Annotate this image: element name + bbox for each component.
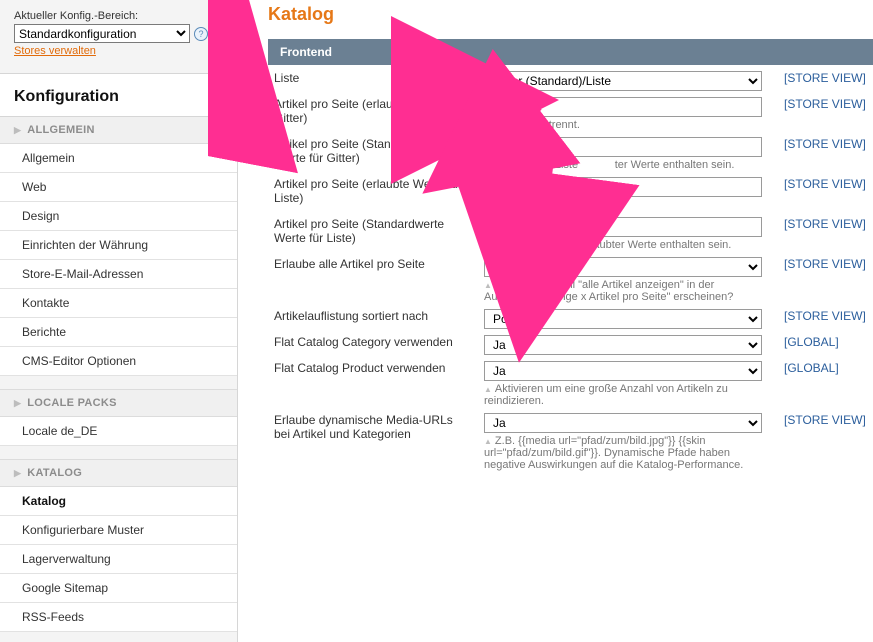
scope-label: Aktueller Konfig.-Bereich: [14, 10, 227, 22]
nav-item-katalog[interactable]: Katalog [0, 487, 237, 516]
stores-link[interactable]: Stores verwalten [14, 45, 96, 57]
scope-grid-default: [STORE VIEW] [778, 131, 873, 171]
scope-list-allowed: [STORE VIEW] [778, 171, 873, 211]
label-flat-category: Flat Catalog Category verwenden [268, 329, 478, 355]
nav-item-store-email[interactable]: Store-E-Mail-Adressen [0, 260, 237, 289]
nav-group-katalog[interactable]: ▶ KATALOG [0, 460, 237, 487]
nav-item-konfig-muster[interactable]: Konfigurierbare Muster [0, 516, 237, 545]
note-grid-default: ▲Muss in der Liste ter Werte enthalten s… [484, 159, 772, 171]
config-form: Liste Gitter (Standard)/Liste [STORE VIE… [268, 65, 873, 471]
nav-group-locale[interactable]: ▶ LOCALE PACKS [0, 390, 237, 417]
nav-item-google-sitemap[interactable]: Google Sitemap [0, 574, 237, 603]
note-list-allowed: ▲Komma-getrennt. [484, 199, 772, 211]
select-allow-all[interactable]: Nein [484, 257, 762, 277]
note-flat-product: ▲Aktivieren um eine große Anzahl von Art… [484, 383, 772, 407]
scope-dynamic-media: [STORE VIEW] [778, 407, 873, 471]
config-main: Katalog Frontend Liste Gitter (Standard)… [238, 0, 873, 642]
nav-item-lager[interactable]: Lagerverwaltung [0, 545, 237, 574]
scope-flat-category: [GLOBAL] [778, 329, 873, 355]
nav-item-cms-editor[interactable]: CMS-Editor Optionen [0, 347, 237, 376]
label-allow-all: Erlaube alle Artikel pro Seite [268, 251, 478, 303]
config-sidebar: Aktueller Konfig.-Bereich: Standardkonfi… [0, 0, 238, 642]
section-head-frontend[interactable]: Frontend [268, 39, 873, 65]
input-grid-allowed[interactable] [484, 97, 762, 117]
label-flat-product: Flat Catalog Product verwenden [268, 355, 478, 407]
note-allow-all: ▲Soll die Auswahl "alle Artikel anzeigen… [484, 279, 772, 303]
label-grid-allowed: Artikel pro Seite (erlaubte Werte für Gi… [268, 91, 478, 131]
input-list-default[interactable] [484, 217, 762, 237]
scope-grid-allowed: [STORE VIEW] [778, 91, 873, 131]
select-flat-category[interactable]: Ja [484, 335, 762, 355]
scope-sort-by: [STORE VIEW] [778, 303, 873, 329]
page-title: Katalog [268, 4, 873, 25]
select-sort-by[interactable]: Position [484, 309, 762, 329]
chevron-right-icon: ▶ [14, 468, 21, 479]
label-dynamic-media: Erlaube dynamische Media-URLs bei Artike… [268, 407, 478, 471]
label-listmode: Liste [268, 65, 478, 91]
nav-item-locale-de[interactable]: Locale de_DE [0, 417, 237, 446]
help-icon[interactable]: ? [194, 27, 208, 41]
label-sort-by: Artikelauflistung sortiert nach [268, 303, 478, 329]
scope-flat-product: [GLOBAL] [778, 355, 873, 407]
select-flat-product[interactable]: Ja [484, 361, 762, 381]
label-list-default: Artikel pro Seite (Standardwerte Werte f… [268, 211, 478, 251]
select-dynamic-media[interactable]: Ja [484, 413, 762, 433]
label-grid-default: Artikel pro Seite (Standardwerte Werte f… [268, 131, 478, 171]
nav-group-allgemein[interactable]: ▶ ALLGEMEIN [0, 117, 237, 144]
note-list-default: ▲Muss in der Liste erlaubter Werte entha… [484, 239, 772, 251]
scope-allow-all: [STORE VIEW] [778, 251, 873, 303]
nav-item-web[interactable]: Web [0, 173, 237, 202]
input-grid-default[interactable] [484, 137, 762, 157]
note-grid-allowed: ▲Komma-getrennt. [484, 119, 772, 131]
nav-item-kontakte[interactable]: Kontakte [0, 289, 237, 318]
nav-item-design[interactable]: Design [0, 202, 237, 231]
label-list-allowed: Artikel pro Seite (erlaubte Werte für Li… [268, 171, 478, 211]
nav-item-allgemein[interactable]: Allgemein [0, 144, 237, 173]
chevron-right-icon: ▶ [14, 125, 21, 136]
scope-listmode: [STORE VIEW] [778, 65, 873, 91]
scope-select[interactable]: Standardkonfiguration [14, 24, 190, 43]
scope-list-default: [STORE VIEW] [778, 211, 873, 251]
chevron-right-icon: ▶ [14, 398, 21, 409]
nav-item-waehrung[interactable]: Einrichten der Währung [0, 231, 237, 260]
sidebar-title: Konfiguration [0, 73, 237, 117]
nav-item-berichte[interactable]: Berichte [0, 318, 237, 347]
note-dynamic-media: ▲Z.B. {{media url="pfad/zum/bild.jpg"}} … [484, 435, 772, 471]
nav-item-rss-feeds[interactable]: RSS-Feeds [0, 603, 237, 632]
select-listmode[interactable]: Gitter (Standard)/Liste [484, 71, 762, 91]
input-list-allowed[interactable] [484, 177, 762, 197]
